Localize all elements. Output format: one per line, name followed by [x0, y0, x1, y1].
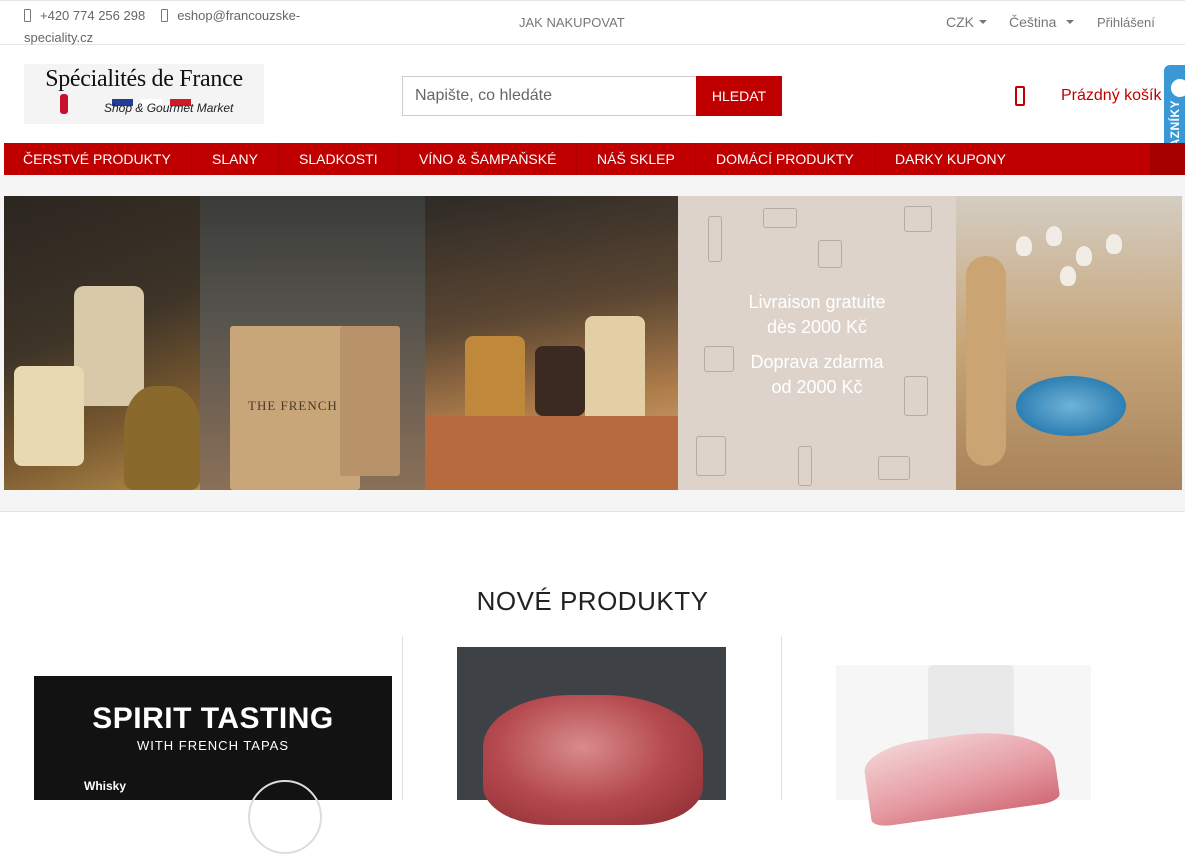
- promo-line-2: dès 2000 Kč: [766, 317, 868, 337]
- product-image-spirit-tasting[interactable]: SPIRIT TASTING WITH FRENCH TAPAS Whisky: [34, 676, 392, 854]
- product-image-fish-fillet[interactable]: [836, 665, 1091, 828]
- cart-icon[interactable]: [1015, 86, 1025, 106]
- product-image-title: SPIRIT TASTING: [92, 702, 334, 735]
- nav-item-fresh-products[interactable]: ČERSTVÉ PRODUKTY: [4, 143, 192, 175]
- bag-icon: [818, 240, 842, 268]
- language-dropdown[interactable]: Čeština: [1009, 14, 1075, 30]
- currency-value: CZK: [946, 14, 974, 30]
- jar-icon: [696, 436, 726, 476]
- paper-bag-graphic: [340, 326, 400, 476]
- contact-info: +420 774 256 298 eshop@francouzske-specia…: [24, 5, 344, 49]
- tulip-graphic: [1060, 266, 1076, 286]
- nav-item-homemade-products[interactable]: DOMÁCÍ PRODUKTY: [696, 143, 876, 175]
- glass-graphic: [248, 780, 322, 854]
- jar-graphic: [465, 336, 525, 426]
- jar-graphic: [74, 286, 144, 406]
- nav-item-sweets[interactable]: SLADKOSTI: [279, 143, 399, 175]
- site-logo[interactable]: Spécialités de France Shop & Gourmet Mar…: [24, 64, 264, 124]
- chevron-down-icon: [979, 20, 987, 24]
- product-image-detail: Whisky: [84, 779, 127, 793]
- nav-item-savory[interactable]: SLANY: [192, 143, 279, 175]
- promo-line-3: Doprava zdarma: [750, 352, 884, 372]
- steak-graphic: [483, 695, 703, 825]
- main-navigation: ČERSTVÉ PRODUKTY SLANY SLADKOSTI VÍNO & …: [4, 143, 1185, 175]
- bottle-icon: [708, 216, 722, 262]
- banner-image-bags[interactable]: THE FRENCH: [200, 196, 425, 490]
- language-value: Čeština: [1009, 14, 1057, 30]
- chevron-down-icon: [1066, 20, 1075, 24]
- login-link[interactable]: Přihlášení: [1097, 15, 1155, 30]
- section-title-new-products: NOVÉ PRODUKTY: [476, 586, 709, 616]
- promo-line-4: od 2000 Kč: [771, 377, 863, 397]
- logo-title: Spécialités de France: [45, 66, 243, 92]
- logo-subtitle: Shop & Gourmet Market: [104, 101, 234, 115]
- jar-graphic: [14, 366, 84, 466]
- seal-icon: [1169, 77, 1185, 99]
- tulip-graphic: [1046, 226, 1062, 246]
- truck-icon: [763, 208, 797, 228]
- search-input[interactable]: [402, 76, 697, 116]
- basket-graphic: [425, 416, 678, 490]
- envelope-icon: [161, 9, 169, 22]
- search-button[interactable]: HLEDAT: [696, 76, 782, 116]
- nav-item-gift-vouchers[interactable]: DARKY KUPONY: [876, 143, 1026, 175]
- promo-line-1: Livraison gratuite: [748, 292, 886, 312]
- banner-image-jars[interactable]: [4, 196, 200, 490]
- top-bar: +420 774 256 298 eshop@francouzske-specia…: [0, 0, 1185, 45]
- flag-graphic: [112, 93, 202, 106]
- baguette-graphic: [966, 256, 1006, 466]
- jar-graphic: [585, 316, 645, 426]
- phone-icon: [24, 9, 31, 22]
- logo-figure-graphic: [60, 94, 68, 114]
- banner-free-shipping[interactable]: Livraison gratuite dès 2000 Kč Doprava z…: [678, 196, 956, 490]
- cart-label[interactable]: Prázdný košík: [1061, 87, 1161, 105]
- jar-graphic: [124, 386, 200, 490]
- bag-icon: [878, 456, 910, 480]
- product-image-steak[interactable]: [457, 647, 726, 825]
- tulip-graphic: [1076, 246, 1092, 266]
- product-divider: [402, 636, 403, 800]
- currency-dropdown[interactable]: CZK: [946, 14, 987, 30]
- fish-graphic: [861, 722, 1061, 828]
- nav-item-wine-champagne[interactable]: VÍNO & ŠAMPAŇSKÉ: [399, 143, 577, 175]
- product-divider: [781, 636, 782, 800]
- bag-text: THE FRENCH: [248, 398, 338, 413]
- how-to-shop-link[interactable]: JAK NAKUPOVAT: [519, 15, 625, 30]
- tulip-graphic: [1106, 234, 1122, 254]
- banner-image-tulips[interactable]: [956, 196, 1182, 490]
- bottle-icon: [798, 446, 812, 486]
- tulip-graphic: [1016, 236, 1032, 256]
- banner-image-basket[interactable]: [425, 196, 678, 490]
- nav-extra-button[interactable]: [1150, 143, 1185, 175]
- product-image-subtitle: WITH FRENCH TAPAS: [136, 738, 290, 753]
- nav-item-our-cellar[interactable]: NÁŠ SKLEP: [577, 143, 696, 175]
- tin-graphic: [1016, 376, 1126, 436]
- gift-icon: [904, 206, 932, 232]
- phone-number[interactable]: +420 774 256 298: [40, 8, 145, 23]
- jar-graphic: [535, 346, 585, 416]
